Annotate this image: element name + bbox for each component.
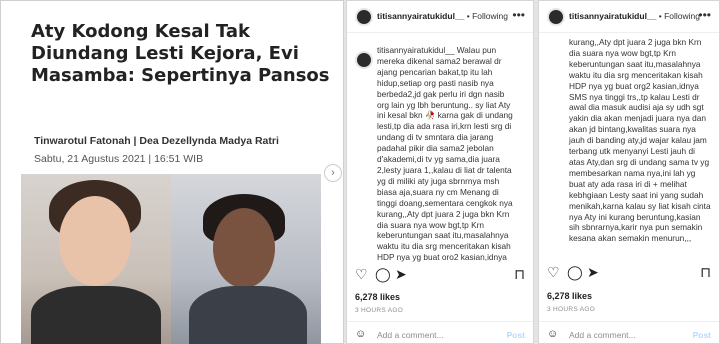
article-photo [21,174,321,344]
person-left-body [31,286,161,344]
likes-count[interactable]: 6,278 likes [547,291,592,301]
username-text[interactable]: titisannyairatukidul__ [569,11,656,21]
instagram-post-panel-2: titisannyairatukidul__ • Following ••• k… [538,0,720,344]
comment-icon[interactable]: ◯ [567,263,583,281]
person-left-face [59,196,131,286]
share-icon[interactable]: ➤ [395,265,407,283]
person-right-face [213,208,275,288]
post-actions-bar: ♡ ◯ ➤ ⊓ [539,263,719,283]
comment-icon[interactable]: ◯ [375,265,391,283]
post-timestamp: 3 HOURS AGO [355,307,404,314]
post-actions-bar: ♡ ◯ ➤ ⊓ [347,265,533,285]
bookmark-icon[interactable]: ⊓ [514,265,525,283]
comment-bar: ☺ Add a comment... Post [539,321,719,343]
post-timestamp: 3 HOURS AGO [547,306,596,313]
article-headline: Aty Kodong Kesal Tak Diundang Lesti Kejo… [31,21,330,86]
post-caption: titisannyairatukidul__ Walau pun mereka … [377,45,513,263]
instagram-post-panel-1: titisannyairatukidul__ • Following ••• t… [346,0,534,344]
post-comment-button[interactable]: Post [693,330,711,340]
following-label[interactable]: • Following [464,11,508,21]
article-date: Sabtu, 21 Agustus 2021 | 16:51 WIB [34,153,204,165]
article-authors: Tinwarotul Fatonah | Dea Dezellynda Mady… [34,135,279,147]
post-header: titisannyairatukidul__ • Following ••• [347,1,533,33]
chevron-right-icon[interactable]: › [324,164,342,182]
username-text[interactable]: titisannyairatukidul__ [377,11,464,21]
post-caption: kurang,,Aty dpt juara 2 juga bkn Krn dia… [569,37,711,244]
avatar[interactable] [355,8,373,26]
bookmark-icon[interactable]: ⊓ [700,263,711,281]
post-username[interactable]: titisannyairatukidul__ • Following [377,11,508,21]
likes-count[interactable]: 6,278 likes [355,292,400,302]
heart-icon[interactable]: ♡ [355,265,368,283]
screenshot-collage: Aty Kodong Kesal Tak Diundang Lesti Kejo… [0,0,720,344]
comment-input[interactable]: Add a comment... [377,330,444,340]
smiley-icon[interactable]: ☺ [547,328,558,340]
avatar[interactable] [547,8,565,26]
comment-bar: ☺ Add a comment... Post [347,321,533,343]
post-username[interactable]: titisannyairatukidul__ • Following [569,11,700,21]
caption-avatar[interactable] [355,51,373,69]
post-header: titisannyairatukidul__ • Following ••• [539,1,719,33]
share-icon[interactable]: ➤ [587,263,599,281]
person-right-body [189,286,307,344]
following-label[interactable]: • Following [656,11,700,21]
comment-input[interactable]: Add a comment... [569,330,636,340]
more-dots-icon[interactable]: ••• [512,8,525,22]
post-comment-button[interactable]: Post [507,330,525,340]
more-dots-icon[interactable]: ••• [698,8,711,22]
news-article-panel: Aty Kodong Kesal Tak Diundang Lesti Kejo… [0,0,344,344]
heart-icon[interactable]: ♡ [547,263,560,281]
smiley-icon[interactable]: ☺ [355,328,366,340]
